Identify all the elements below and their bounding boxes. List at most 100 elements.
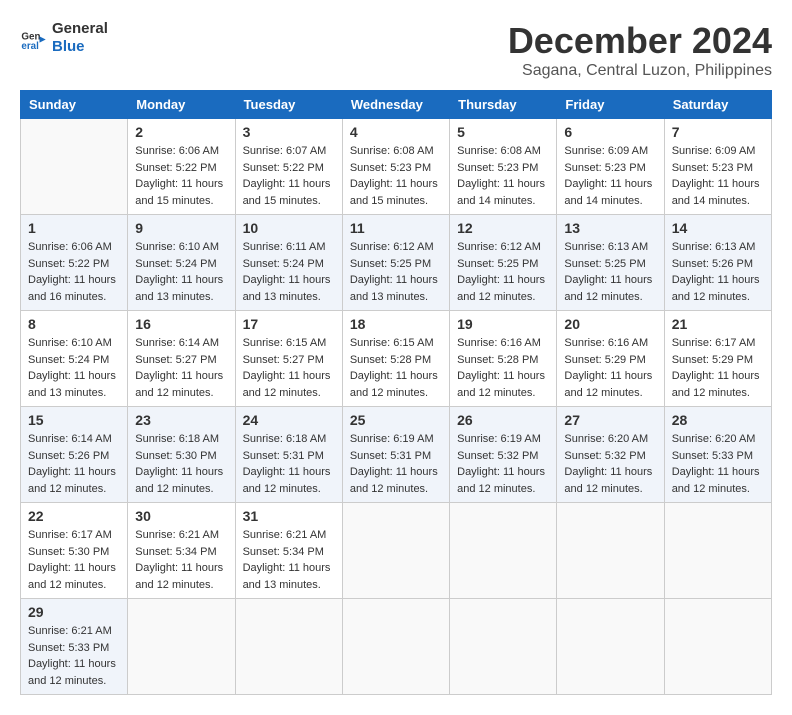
day-detail: Sunrise: 6:17 AMSunset: 5:29 PMDaylight:… <box>672 335 764 401</box>
month-title: December 2024 <box>508 20 772 62</box>
page-header: Gen eral ▶ General Blue December 2024 Sa… <box>20 20 772 80</box>
col-thursday: Thursday <box>450 91 557 119</box>
day-number: 23 <box>135 412 227 428</box>
day-number: 30 <box>135 508 227 524</box>
calendar-cell: 30 Sunrise: 6:21 AMSunset: 5:34 PMDayligh… <box>128 503 235 599</box>
calendar-cell <box>21 119 128 215</box>
day-number: 9 <box>135 220 227 236</box>
calendar-week-row: 15 Sunrise: 6:14 AMSunset: 5:26 PMDayligh… <box>21 407 772 503</box>
calendar-cell: 21 Sunrise: 6:17 AMSunset: 5:29 PMDayligh… <box>664 311 771 407</box>
col-wednesday: Wednesday <box>342 91 449 119</box>
calendar-cell: 12 Sunrise: 6:12 AMSunset: 5:25 PMDayligh… <box>450 215 557 311</box>
day-detail: Sunrise: 6:19 AMSunset: 5:31 PMDaylight:… <box>350 431 442 497</box>
day-number: 27 <box>564 412 656 428</box>
calendar-cell <box>664 503 771 599</box>
calendar-cell <box>557 599 664 695</box>
day-detail: Sunrise: 6:19 AMSunset: 5:32 PMDaylight:… <box>457 431 549 497</box>
day-detail: Sunrise: 6:20 AMSunset: 5:32 PMDaylight:… <box>564 431 656 497</box>
calendar-cell: 14 Sunrise: 6:13 AMSunset: 5:26 PMDayligh… <box>664 215 771 311</box>
calendar-cell: 16 Sunrise: 6:14 AMSunset: 5:27 PMDayligh… <box>128 311 235 407</box>
col-monday: Monday <box>128 91 235 119</box>
day-number: 13 <box>564 220 656 236</box>
day-detail: Sunrise: 6:13 AMSunset: 5:26 PMDaylight:… <box>672 239 764 305</box>
calendar-cell <box>342 503 449 599</box>
day-detail: Sunrise: 6:08 AMSunset: 5:23 PMDaylight:… <box>350 143 442 209</box>
day-detail: Sunrise: 6:14 AMSunset: 5:27 PMDaylight:… <box>135 335 227 401</box>
calendar-cell: 26 Sunrise: 6:19 AMSunset: 5:32 PMDayligh… <box>450 407 557 503</box>
calendar-cell <box>557 503 664 599</box>
day-detail: Sunrise: 6:09 AMSunset: 5:23 PMDaylight:… <box>672 143 764 209</box>
day-number: 15 <box>28 412 120 428</box>
day-number: 6 <box>564 124 656 140</box>
calendar-cell <box>235 599 342 695</box>
day-number: 21 <box>672 316 764 332</box>
col-sunday: Sunday <box>21 91 128 119</box>
day-number: 22 <box>28 508 120 524</box>
day-detail: Sunrise: 6:06 AMSunset: 5:22 PMDaylight:… <box>28 239 120 305</box>
calendar-cell: 25Sunrise: 6:19 AMSunset: 5:31 PMDayligh… <box>342 407 449 503</box>
day-number: 2 <box>135 124 227 140</box>
day-detail: Sunrise: 6:13 AMSunset: 5:25 PMDaylight:… <box>564 239 656 305</box>
day-number: 3 <box>243 124 335 140</box>
day-number: 14 <box>672 220 764 236</box>
calendar-cell: 18Sunrise: 6:15 AMSunset: 5:28 PMDayligh… <box>342 311 449 407</box>
day-detail: Sunrise: 6:07 AMSunset: 5:22 PMDaylight:… <box>243 143 335 209</box>
day-detail: Sunrise: 6:21 AMSunset: 5:34 PMDaylight:… <box>135 527 227 593</box>
title-block: December 2024 Sagana, Central Luzon, Phi… <box>508 20 772 80</box>
calendar-week-row: 22 Sunrise: 6:17 AMSunset: 5:30 PMDayligh… <box>21 503 772 599</box>
day-detail: Sunrise: 6:18 AMSunset: 5:31 PMDaylight:… <box>243 431 335 497</box>
day-number: 12 <box>457 220 549 236</box>
calendar-table: Sunday Monday Tuesday Wednesday Thursday… <box>20 90 772 695</box>
logo-line1: General <box>52 20 108 38</box>
day-number: 19 <box>457 316 549 332</box>
calendar-cell: 24 Sunrise: 6:18 AMSunset: 5:31 PMDayligh… <box>235 407 342 503</box>
col-saturday: Saturday <box>664 91 771 119</box>
calendar-week-row: 1 Sunrise: 6:06 AMSunset: 5:22 PMDaylight… <box>21 215 772 311</box>
calendar-cell: 19Sunrise: 6:16 AMSunset: 5:28 PMDayligh… <box>450 311 557 407</box>
logo: Gen eral ▶ General Blue <box>20 20 108 56</box>
day-detail: Sunrise: 6:10 AMSunset: 5:24 PMDaylight:… <box>28 335 120 401</box>
day-detail: Sunrise: 6:14 AMSunset: 5:26 PMDaylight:… <box>28 431 120 497</box>
location: Sagana, Central Luzon, Philippines <box>508 62 772 80</box>
day-number: 18 <box>350 316 442 332</box>
logo-icon: Gen eral ▶ <box>20 24 48 52</box>
calendar-cell <box>450 503 557 599</box>
calendar-cell: 27 Sunrise: 6:20 AMSunset: 5:32 PMDayligh… <box>557 407 664 503</box>
day-number: 20 <box>564 316 656 332</box>
calendar-cell: 6Sunrise: 6:09 AMSunset: 5:23 PMDaylight… <box>557 119 664 215</box>
day-detail: Sunrise: 6:11 AMSunset: 5:24 PMDaylight:… <box>243 239 335 305</box>
calendar-cell: 5Sunrise: 6:08 AMSunset: 5:23 PMDaylight… <box>450 119 557 215</box>
calendar-cell <box>128 599 235 695</box>
day-number: 26 <box>457 412 549 428</box>
calendar-week-row: 8 Sunrise: 6:10 AMSunset: 5:24 PMDaylight… <box>21 311 772 407</box>
svg-text:▶: ▶ <box>39 35 47 44</box>
calendar-cell: 23Sunrise: 6:18 AMSunset: 5:30 PMDayligh… <box>128 407 235 503</box>
calendar-cell: 8 Sunrise: 6:10 AMSunset: 5:24 PMDaylight… <box>21 311 128 407</box>
day-number: 24 <box>243 412 335 428</box>
day-number: 8 <box>28 316 120 332</box>
day-number: 1 <box>28 220 120 236</box>
calendar-cell: 7 Sunrise: 6:09 AMSunset: 5:23 PMDaylight… <box>664 119 771 215</box>
calendar-cell: 28Sunrise: 6:20 AMSunset: 5:33 PMDayligh… <box>664 407 771 503</box>
day-detail: Sunrise: 6:17 AMSunset: 5:30 PMDaylight:… <box>28 527 120 593</box>
day-number: 4 <box>350 124 442 140</box>
svg-text:eral: eral <box>21 41 39 52</box>
day-detail: Sunrise: 6:16 AMSunset: 5:29 PMDaylight:… <box>564 335 656 401</box>
calendar-cell <box>664 599 771 695</box>
calendar-cell: 3 Sunrise: 6:07 AMSunset: 5:22 PMDaylight… <box>235 119 342 215</box>
day-number: 16 <box>135 316 227 332</box>
calendar-cell: 15 Sunrise: 6:14 AMSunset: 5:26 PMDayligh… <box>21 407 128 503</box>
day-number: 7 <box>672 124 764 140</box>
day-detail: Sunrise: 6:12 AMSunset: 5:25 PMDaylight:… <box>350 239 442 305</box>
col-tuesday: Tuesday <box>235 91 342 119</box>
calendar-cell: 29Sunrise: 6:21 AMSunset: 5:33 PMDayligh… <box>21 599 128 695</box>
day-detail: Sunrise: 6:15 AMSunset: 5:27 PMDaylight:… <box>243 335 335 401</box>
day-detail: Sunrise: 6:08 AMSunset: 5:23 PMDaylight:… <box>457 143 549 209</box>
calendar-cell: 22 Sunrise: 6:17 AMSunset: 5:30 PMDayligh… <box>21 503 128 599</box>
day-detail: Sunrise: 6:10 AMSunset: 5:24 PMDaylight:… <box>135 239 227 305</box>
calendar-week-row: 2Sunrise: 6:06 AMSunset: 5:22 PMDaylight… <box>21 119 772 215</box>
calendar-cell: 1 Sunrise: 6:06 AMSunset: 5:22 PMDaylight… <box>21 215 128 311</box>
day-detail: Sunrise: 6:12 AMSunset: 5:25 PMDaylight:… <box>457 239 549 305</box>
day-number: 31 <box>243 508 335 524</box>
calendar-cell <box>342 599 449 695</box>
